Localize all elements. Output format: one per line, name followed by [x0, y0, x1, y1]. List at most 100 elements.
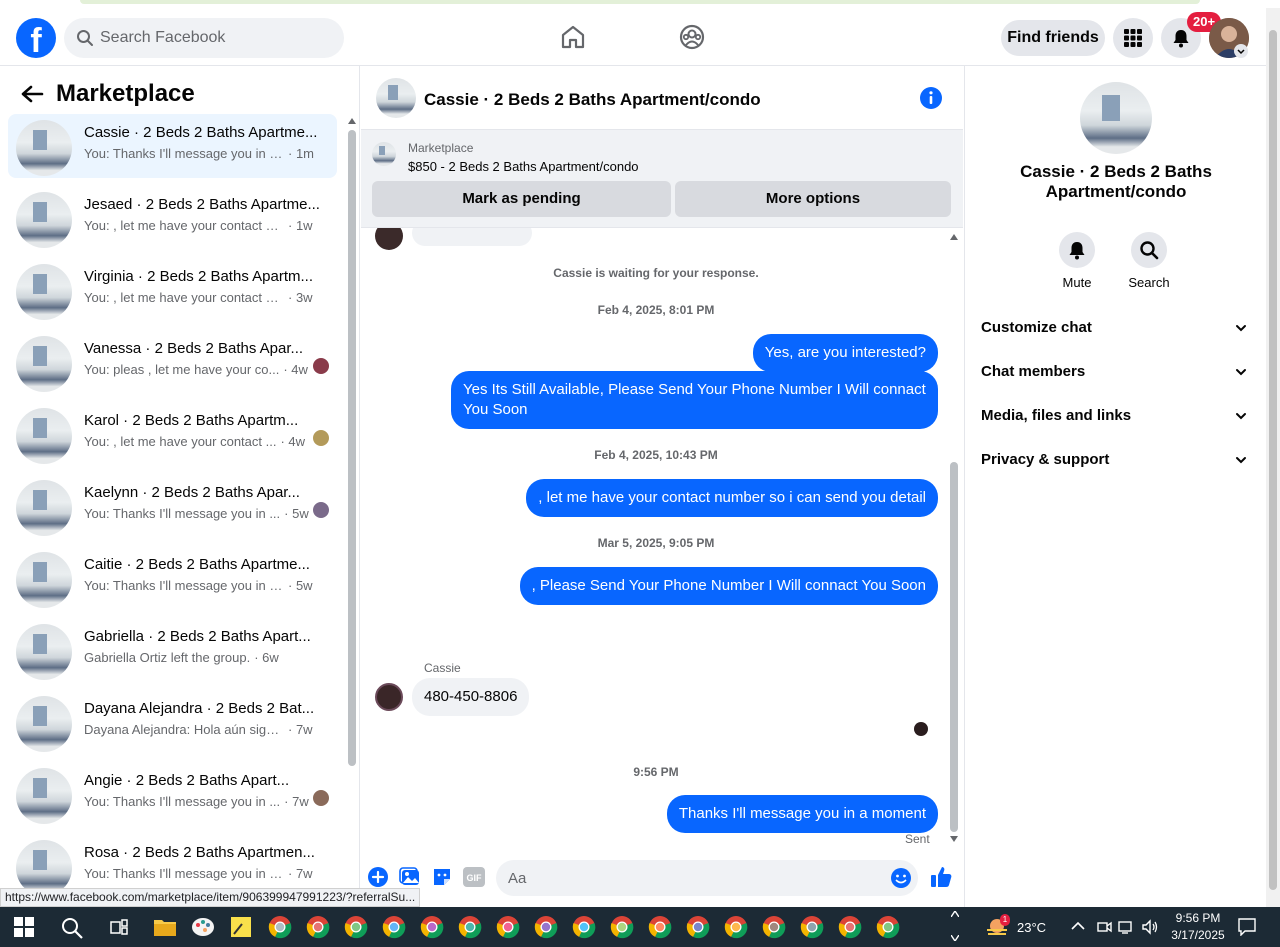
chrome-window-icon[interactable]: [458, 915, 482, 939]
timestamp: 9:56 PM: [633, 765, 679, 779]
conversation-item[interactable]: Vanessa · 2 Beds 2 Baths Apar... You: ple…: [8, 330, 337, 394]
taskbar-search-icon[interactable]: [60, 916, 84, 940]
chevron-down-icon[interactable]: [1234, 44, 1248, 58]
home-icon[interactable]: [558, 22, 588, 52]
scroll-up-icon[interactable]: [348, 118, 356, 124]
temperature-label[interactable]: 23°C: [1017, 920, 1046, 935]
menu-button[interactable]: [1113, 18, 1153, 58]
groups-icon[interactable]: [677, 22, 707, 52]
details-section-0[interactable]: Customize chat: [981, 308, 1251, 348]
thumbs-up-icon[interactable]: [929, 865, 953, 889]
conversation-item[interactable]: Gabriella · 2 Beds 2 Baths Apart... Gabri…: [8, 618, 337, 682]
paint-icon[interactable]: [191, 915, 215, 939]
conversation-item[interactable]: Karol · 2 Beds 2 Baths Apartm... You: , l…: [8, 402, 337, 466]
emoji-icon[interactable]: [890, 867, 912, 889]
plus-circle-icon[interactable]: [367, 866, 389, 888]
chevron-up-icon[interactable]: [951, 911, 959, 917]
message-bubble-partial: [412, 228, 532, 246]
details-section-2[interactable]: Media, files and links: [981, 396, 1251, 436]
listing-thumbnail[interactable]: [372, 142, 396, 166]
conversation-item[interactable]: Jesaed · 2 Beds 2 Baths Apartme... You: ,…: [8, 186, 337, 250]
conversation-item[interactable]: Kaelynn · 2 Beds 2 Baths Apar... You: Tha…: [8, 474, 337, 538]
outgoing-message[interactable]: Yes Its Still Available, Please Send You…: [451, 371, 938, 429]
task-view-icon[interactable]: [109, 917, 129, 937]
chat-details-avatar[interactable]: [1080, 82, 1152, 154]
search-box[interactable]: [64, 18, 344, 58]
conversation-thumbnail: [16, 552, 72, 608]
conversation-item[interactable]: Caitie · 2 Beds 2 Baths Apartme... You: T…: [8, 546, 337, 610]
seen-avatar: [313, 790, 329, 806]
chevron-down-icon[interactable]: [951, 935, 959, 941]
snippet-time: · 5w: [288, 578, 313, 593]
chat-title[interactable]: Cassie · 2 Beds 2 Baths Apartment/condo: [424, 90, 761, 110]
clock-date[interactable]: 3/17/2025: [1166, 928, 1230, 942]
conversation-item[interactable]: Dayana Alejandra · 2 Beds 2 Bat... Dayana…: [8, 690, 337, 754]
chrome-window-icon[interactable]: [496, 915, 520, 939]
network-icon[interactable]: [1118, 919, 1136, 935]
windows-start-icon[interactable]: [14, 917, 34, 937]
listing-title[interactable]: $850 - 2 Beds 2 Baths Apartment/condo: [408, 159, 639, 174]
chrome-window-icon[interactable]: [268, 915, 292, 939]
chrome-window-icon[interactable]: [610, 915, 634, 939]
sticky-notes-icon[interactable]: [230, 916, 252, 938]
clock-time[interactable]: 9:56 PM: [1173, 911, 1223, 925]
chrome-window-icon[interactable]: [724, 915, 748, 939]
info-icon[interactable]: [920, 87, 942, 109]
conversation-item[interactable]: Cassie · 2 Beds 2 Baths Apartme... You: T…: [8, 114, 337, 178]
chat-avatar[interactable]: [376, 78, 416, 118]
chrome-window-icon[interactable]: [382, 915, 406, 939]
page-scrollbar[interactable]: [1266, 8, 1280, 908]
chrome-window-icon[interactable]: [306, 915, 330, 939]
chrome-window-icon[interactable]: [686, 915, 710, 939]
mark-pending-button[interactable]: Mark as pending: [372, 181, 671, 217]
chrome-window-icon[interactable]: [420, 915, 444, 939]
chrome-window-icon[interactable]: [800, 915, 824, 939]
chrome-window-icon[interactable]: [838, 915, 862, 939]
sticker-icon[interactable]: [431, 866, 453, 888]
file-explorer-icon[interactable]: [153, 916, 177, 938]
chrome-window-icon[interactable]: [762, 915, 786, 939]
chat-scrollbar[interactable]: [947, 228, 961, 858]
conversation-list-scrollbar[interactable]: [346, 116, 358, 906]
chrome-window-icon[interactable]: [344, 915, 368, 939]
chevron-up-icon[interactable]: [1071, 921, 1085, 931]
details-section-1[interactable]: Chat members: [981, 352, 1251, 392]
notification-center-icon[interactable]: [1238, 918, 1256, 936]
meet-now-icon[interactable]: [1096, 919, 1112, 935]
search-input[interactable]: [100, 18, 330, 58]
conversation-snippet: You: , let me have your contact nu... · 3…: [84, 290, 324, 305]
chat-details-title: Cassie · 2 Beds 2 Baths Apartment/condo: [1020, 162, 1212, 201]
conversation-item[interactable]: Angie · 2 Beds 2 Baths Apart... You: Than…: [8, 762, 337, 826]
sender-avatar: [375, 228, 403, 250]
incoming-message[interactable]: 480-450-8806: [412, 678, 530, 716]
snippet-text: You: Thanks I'll message you in ...: [84, 506, 281, 521]
scroll-up-icon[interactable]: [950, 234, 958, 240]
outgoing-message[interactable]: Yes, are you interested?: [752, 334, 938, 372]
message-input[interactable]: [496, 860, 918, 896]
gif-icon[interactable]: GIF: [463, 867, 485, 887]
chrome-window-icon[interactable]: [648, 915, 672, 939]
search-in-chat-button[interactable]: Search: [1119, 232, 1179, 290]
snippet-text: You: Thanks I'll message you in ...: [84, 794, 281, 809]
search-icon: [1140, 241, 1159, 260]
outgoing-message[interactable]: Thanks I'll message you in a moment: [666, 795, 938, 833]
scroll-down-icon[interactable]: [950, 836, 958, 842]
facebook-logo-icon[interactable]: f: [16, 18, 56, 58]
details-section-3[interactable]: Privacy & support: [981, 440, 1251, 480]
back-arrow-icon[interactable]: [20, 84, 44, 104]
more-options-button[interactable]: More options: [675, 181, 951, 217]
outgoing-message[interactable]: , let me have your contact number so i c…: [526, 479, 938, 517]
mute-button[interactable]: Mute: [1047, 232, 1107, 290]
volume-icon[interactable]: [1141, 919, 1159, 935]
chat-panel: Cassie · 2 Beds 2 Baths Apartment/condo …: [361, 66, 963, 907]
conversation-thumbnail: [16, 696, 72, 752]
outgoing-message[interactable]: , Please Send Your Phone Number I Will c…: [519, 567, 938, 605]
chrome-window-icon[interactable]: [572, 915, 596, 939]
taskbar-scroll[interactable]: [947, 907, 963, 947]
photo-icon[interactable]: [399, 866, 421, 888]
find-friends-button[interactable]: Find friends: [1001, 20, 1105, 56]
conversation-item[interactable]: Virginia · 2 Beds 2 Baths Apartm... You: …: [8, 258, 337, 322]
chrome-window-icon[interactable]: [534, 915, 558, 939]
chrome-window-icon[interactable]: [876, 915, 900, 939]
message-list: Cassie is waiting for your response. Feb…: [361, 228, 951, 858]
